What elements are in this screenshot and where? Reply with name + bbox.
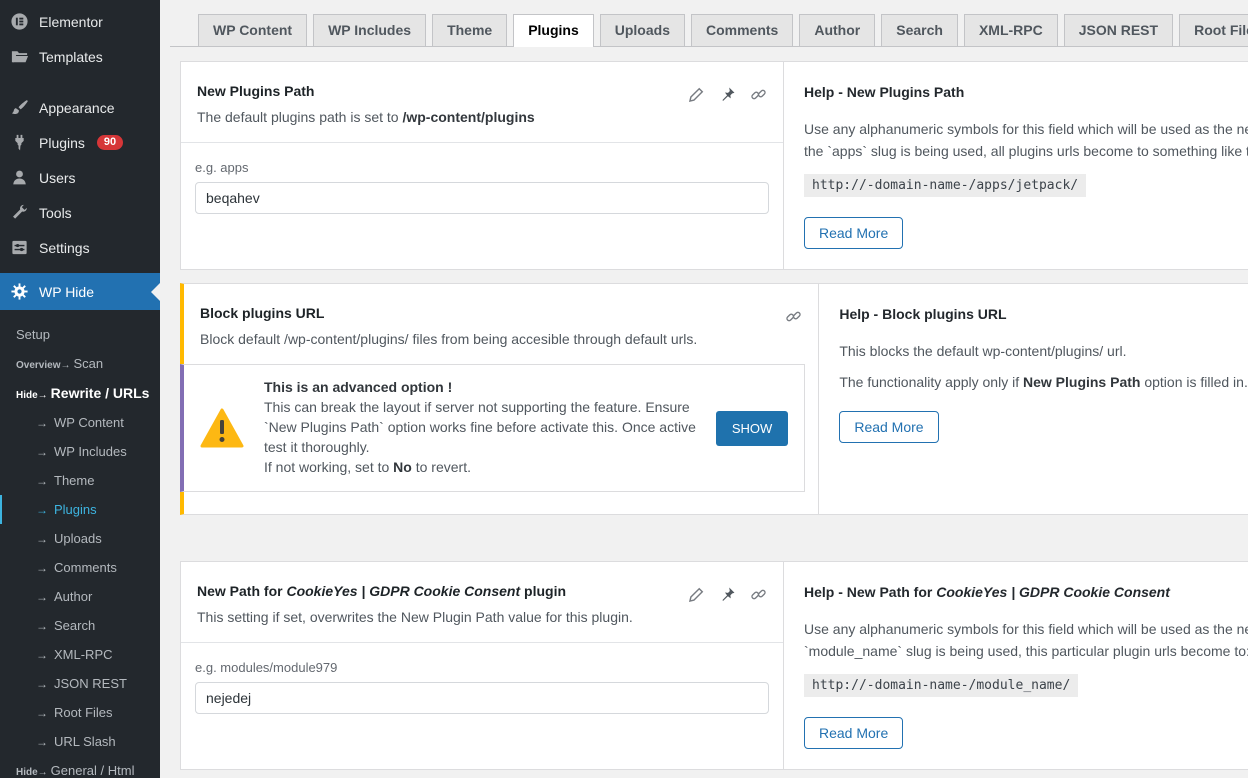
tab-json-rest[interactable]: JSON REST: [1064, 14, 1173, 46]
option-section: Block plugins URL Block default /wp-cont…: [184, 284, 819, 514]
sidebar-item-label: Settings: [39, 240, 90, 256]
edit-icon[interactable]: [688, 586, 705, 603]
option-title: New Path for CookieYes | GDPR Cookie Con…: [197, 583, 688, 599]
sidebar-item-label: Elementor: [39, 14, 103, 30]
tab-xml-rpc[interactable]: XML-RPC: [964, 14, 1058, 46]
cookieyes-path-input[interactable]: [195, 682, 769, 714]
read-more-button[interactable]: Read More: [804, 717, 903, 749]
option-title: Block plugins URL: [200, 305, 785, 321]
submenu-item-search[interactable]: →Search: [0, 611, 160, 640]
tab-root-files[interactable]: Root Files: [1179, 14, 1248, 46]
tab-plugins[interactable]: Plugins: [513, 14, 594, 47]
submenu-item-wp-includes[interactable]: →WP Includes: [0, 437, 160, 466]
elementor-icon: [10, 12, 29, 31]
submenu-item-author[interactable]: →Author: [0, 582, 160, 611]
sidebar-item-templates[interactable]: Templates: [0, 39, 160, 74]
gear-icon: [10, 282, 29, 301]
sidebar-item-wp-hide[interactable]: WP Hide: [0, 273, 160, 310]
plugins-update-badge: 90: [97, 135, 123, 150]
help-title: Help - New Path for CookieYes | GDPR Coo…: [804, 584, 1248, 600]
read-more-button[interactable]: Read More: [804, 217, 903, 249]
help-section: Help - Block plugins URL This blocks the…: [819, 284, 1248, 514]
link-icon[interactable]: [750, 86, 767, 103]
sidebar-item-label: Plugins: [39, 135, 85, 151]
warning-triangle-icon: [200, 408, 244, 448]
sidebar-item-settings[interactable]: Settings: [0, 230, 160, 265]
submenu-item-comments[interactable]: →Comments: [0, 553, 160, 582]
option-section: New Path for CookieYes | GDPR Cookie Con…: [181, 562, 784, 769]
link-icon[interactable]: [750, 586, 767, 603]
option-card-new-path-cookieyes: New Path for CookieYes | GDPR Cookie Con…: [180, 561, 1248, 770]
tab-wp-content[interactable]: WP Content: [198, 14, 307, 46]
sidebar-item-label: Templates: [39, 49, 103, 65]
submenu-item-url-slash[interactable]: →URL Slash: [0, 727, 160, 756]
link-icon[interactable]: [785, 308, 802, 325]
help-section: Help - New Plugins Path Use any alphanum…: [784, 62, 1248, 269]
sidebar-item-plugins[interactable]: Plugins 90: [0, 125, 160, 160]
help-title: Help - Block plugins URL: [839, 306, 1248, 322]
admin-sidebar: Elementor Templates Appearance Plugins 9…: [0, 0, 160, 778]
submenu-item-plugins[interactable]: →Plugins: [0, 495, 160, 524]
show-button[interactable]: SHOW: [716, 411, 788, 446]
tools-icon: [10, 203, 29, 222]
field-hint-label: e.g. modules/module979: [195, 660, 769, 675]
submenu-item-root-files[interactable]: →Root Files: [0, 698, 160, 727]
tab-uploads[interactable]: Uploads: [600, 14, 685, 46]
tab-author[interactable]: Author: [799, 14, 875, 46]
pin-icon[interactable]: [719, 86, 736, 103]
read-more-button[interactable]: Read More: [839, 411, 938, 443]
submenu-item-theme[interactable]: →Theme: [0, 466, 160, 495]
submenu-item-xml-rpc[interactable]: →XML-RPC: [0, 640, 160, 669]
sidebar-item-label: Users: [39, 170, 76, 186]
option-actions: [785, 305, 802, 347]
option-description: Block default /wp-content/plugins/ files…: [200, 331, 785, 347]
tab-search[interactable]: Search: [881, 14, 958, 46]
sidebar-item-label: WP Hide: [39, 284, 94, 300]
help-title: Help - New Plugins Path: [804, 84, 1248, 100]
option-card-block-plugins-url: Block plugins URL Block default /wp-cont…: [180, 283, 1248, 515]
option-title: New Plugins Path: [197, 83, 688, 99]
warning-title: This is an advanced option !: [264, 379, 696, 395]
submenu-item-rewrite-urls[interactable]: Hide→Rewrite / URLs: [0, 378, 160, 408]
help-section: Help - New Path for CookieYes | GDPR Coo…: [784, 562, 1248, 769]
sidebar-item-tools[interactable]: Tools: [0, 195, 160, 230]
appearance-icon: [10, 98, 29, 117]
advanced-option-warning: This is an advanced option ! This can br…: [180, 364, 805, 492]
submenu-item-scan[interactable]: Overview→Scan: [0, 349, 160, 378]
submenu-item-uploads[interactable]: →Uploads: [0, 524, 160, 553]
submenu-item-general-html[interactable]: Hide→General / Html: [0, 756, 160, 778]
option-description: The default plugins path is set to /wp-c…: [197, 109, 688, 125]
settings-tab-bar: WP Content WP Includes Theme Plugins Upl…: [170, 0, 1248, 47]
tab-wp-includes[interactable]: WP Includes: [313, 14, 426, 46]
sidebar-item-users[interactable]: Users: [0, 160, 160, 195]
users-icon: [10, 168, 29, 187]
example-url-code: http://-domain-name-/module_name/: [804, 674, 1078, 697]
active-menu-notch: [151, 283, 160, 301]
option-actions: [688, 83, 767, 125]
submenu-item-json-rest[interactable]: →JSON REST: [0, 669, 160, 698]
sidebar-item-label: Tools: [39, 205, 72, 221]
example-url-code: http://-domain-name-/apps/jetpack/: [804, 174, 1086, 197]
field-hint-label: e.g. apps: [195, 160, 769, 175]
plugins-icon: [10, 133, 29, 152]
sidebar-separator: [0, 74, 160, 90]
tab-theme[interactable]: Theme: [432, 14, 507, 46]
main-content: WP Content WP Includes Theme Plugins Upl…: [160, 0, 1248, 778]
edit-icon[interactable]: [688, 86, 705, 103]
sidebar-item-label: Appearance: [39, 100, 115, 116]
sidebar-item-elementor[interactable]: Elementor: [0, 0, 160, 39]
option-description: This setting if set, overwrites the New …: [197, 609, 688, 625]
sidebar-item-appearance[interactable]: Appearance: [0, 90, 160, 125]
option-actions: [688, 583, 767, 625]
new-plugins-path-input[interactable]: [195, 182, 769, 214]
wp-hide-submenu: Setup Overview→Scan Hide→Rewrite / URLs …: [0, 310, 160, 778]
submenu-item-wp-content[interactable]: →WP Content: [0, 408, 160, 437]
option-section: New Plugins Path The default plugins pat…: [181, 62, 784, 269]
templates-icon: [10, 47, 29, 66]
pin-icon[interactable]: [719, 586, 736, 603]
option-card-new-plugins-path: New Plugins Path The default plugins pat…: [180, 61, 1248, 270]
submenu-item-setup[interactable]: Setup: [0, 320, 160, 349]
tab-comments[interactable]: Comments: [691, 14, 793, 46]
settings-icon: [10, 238, 29, 257]
